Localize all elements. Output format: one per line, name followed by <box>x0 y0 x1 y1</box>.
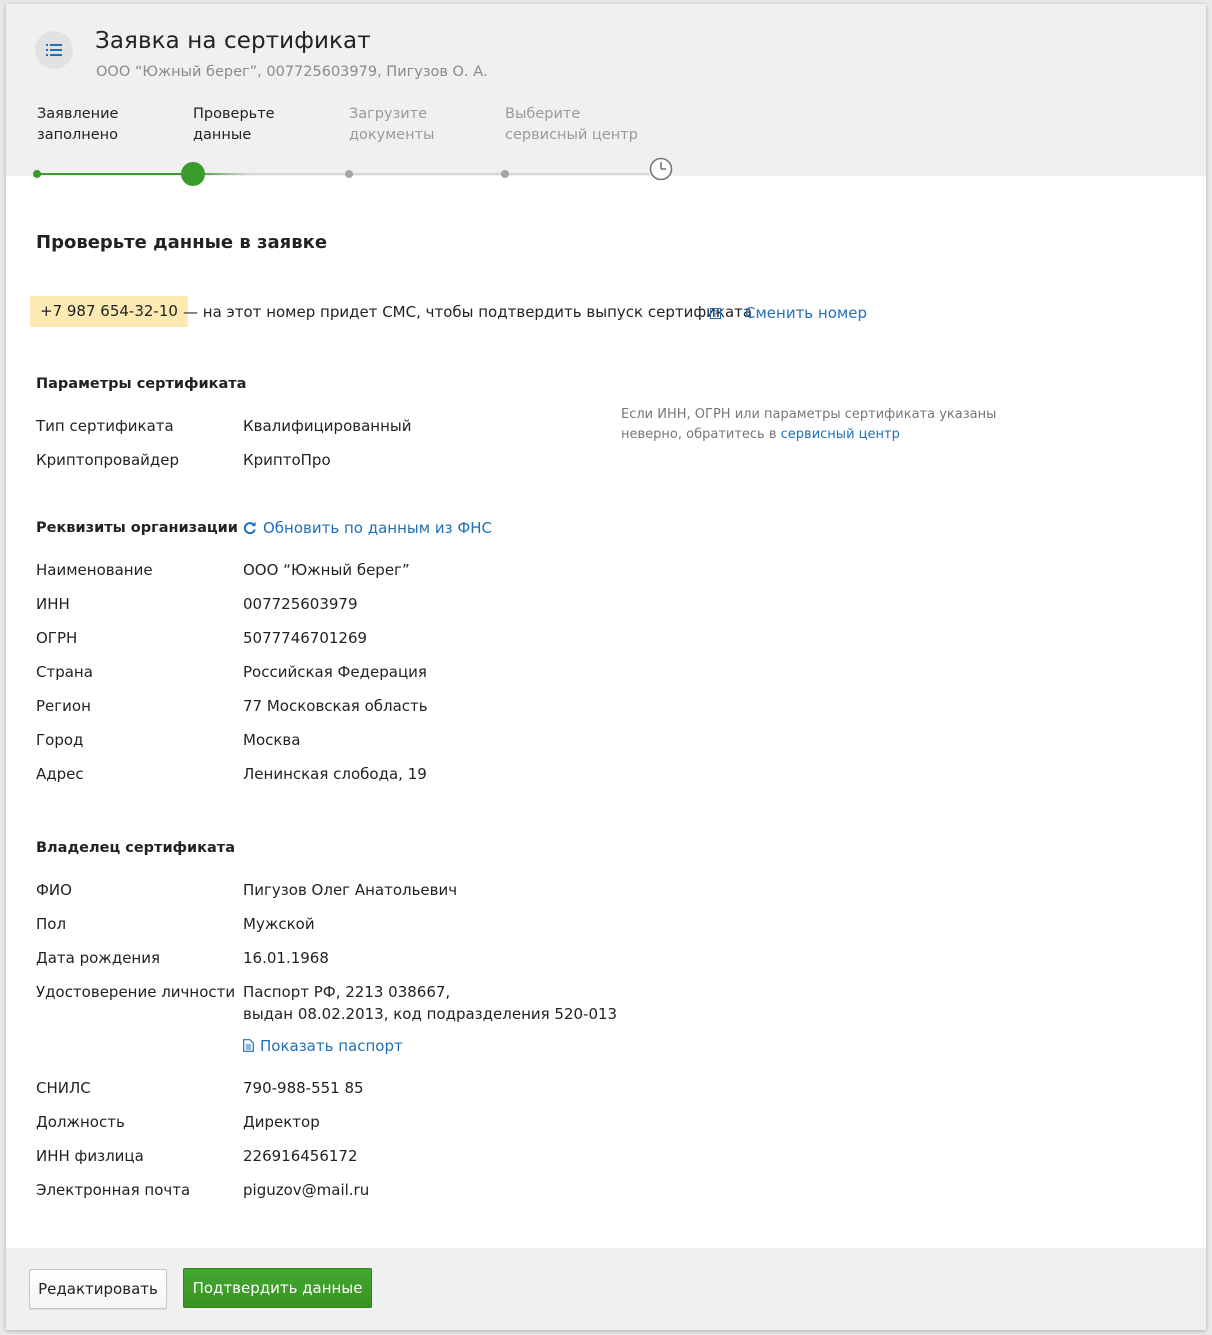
field-label: Наименование <box>36 561 153 579</box>
step-label-check: Проверьте данные <box>193 104 275 146</box>
field-label: Страна <box>36 663 93 681</box>
clock-icon <box>649 157 673 181</box>
section-heading: Проверьте данные в заявке <box>36 232 328 253</box>
step-line: сервисный центр <box>505 127 638 143</box>
field-value: Паспорт РФ, 2213 038667, <box>243 983 451 1001</box>
field-value: 790-988-551 85 <box>243 1079 364 1097</box>
step-line: заполнено <box>37 127 118 143</box>
field-label: Пол <box>36 915 67 933</box>
field-value: Пигузов Олег Анатольевич <box>243 881 458 899</box>
step-label-service-center: Выберите сервисный центр <box>505 104 638 146</box>
change-phone-link[interactable]: Сменить номер <box>745 304 867 322</box>
side-note: Если ИНН, ОГРН или параметры сертификата… <box>621 405 1001 445</box>
step-dot-done <box>33 170 41 178</box>
step-line: документы <box>349 127 435 143</box>
field-value: Москва <box>243 731 301 749</box>
document-icon <box>243 1039 254 1052</box>
help-icon[interactable] <box>710 308 721 319</box>
field-value: 77 Московская область <box>243 697 428 715</box>
field-label: ФИО <box>36 881 72 899</box>
field-value: КриптоПро <box>243 451 331 469</box>
field-label: Адрес <box>36 765 84 783</box>
show-passport-label: Показать паспорт <box>260 1037 403 1055</box>
page-subtitle: ООО “Южный берег”, 007725603979, Пигузов… <box>96 64 488 80</box>
edit-button[interactable]: Редактировать <box>29 1269 167 1309</box>
field-value: Квалифицированный <box>243 417 412 435</box>
certificate-params-title: Параметры сертификата <box>36 376 247 392</box>
field-value: 5077746701269 <box>243 629 368 647</box>
step-line: Выберите <box>505 106 581 122</box>
field-value: ООО “Южный берег” <box>243 561 410 579</box>
footer: Редактировать Подтвердить данные <box>6 1248 1206 1330</box>
field-value: Мужской <box>243 915 315 933</box>
field-label: ИНН физлица <box>36 1147 144 1165</box>
step-dot-current <box>181 162 205 186</box>
field-label: Должность <box>36 1113 125 1131</box>
refresh-fns-link[interactable]: Обновить по данным из ФНС <box>243 519 492 537</box>
step-line: Загрузите <box>349 106 428 122</box>
confirm-data-button[interactable]: Подтвердить данные <box>183 1268 372 1308</box>
list-menu-button[interactable] <box>35 31 73 69</box>
phone-number: +7 987 654-32-10 <box>30 296 188 327</box>
field-label: ИНН <box>36 595 70 613</box>
refresh-fns-label: Обновить по данным из ФНС <box>263 519 492 537</box>
field-label: Дата рождения <box>36 949 160 967</box>
field-value: Российская Федерация <box>243 663 427 681</box>
page-title: Заявка на сертификат <box>95 28 371 54</box>
step-line: Проверьте <box>193 106 275 122</box>
list-icon <box>46 44 62 56</box>
header: Заявка на сертификат ООО “Южный берег”, … <box>6 4 1206 176</box>
progress-track-done <box>37 173 193 175</box>
progress-track-pending <box>249 173 649 175</box>
field-label: Удостоверение личности <box>36 983 236 1001</box>
step-dot-pending <box>345 170 353 178</box>
field-value: 226916456172 <box>243 1147 358 1165</box>
field-value: выдан 08.02.2013, код подразделения 520-… <box>243 1005 618 1023</box>
field-label: Регион <box>36 697 91 715</box>
field-value: Ленинская слобода, 19 <box>243 765 427 783</box>
step-line: данные <box>193 127 252 143</box>
show-passport-link[interactable]: Показать паспорт <box>243 1037 403 1055</box>
field-value: Директор <box>243 1113 320 1131</box>
field-label: СНИЛС <box>36 1079 91 1097</box>
service-center-link[interactable]: сервисный центр <box>781 427 900 442</box>
step-line: Заявление <box>37 106 119 122</box>
field-label: Город <box>36 731 84 749</box>
field-label: Электронная почта <box>36 1181 191 1199</box>
field-label: Криптопровайдер <box>36 451 180 469</box>
refresh-icon <box>243 521 256 535</box>
field-value: piguzov@mail.ru <box>243 1181 370 1199</box>
field-value: 007725603979 <box>243 595 358 613</box>
step-label-filled: Заявление заполнено <box>37 104 118 146</box>
organization-title: Реквизиты организации <box>36 520 238 536</box>
field-label: Тип сертификата <box>36 417 174 435</box>
step-dot-pending <box>501 170 509 178</box>
owner-title: Владелец сертификата <box>36 840 235 856</box>
phone-note: — на этот номер придет СМС, чтобы подтве… <box>183 303 753 321</box>
field-value: 16.01.1968 <box>243 949 329 967</box>
application-card: Заявка на сертификат ООО “Южный берег”, … <box>6 4 1206 1330</box>
field-label: ОГРН <box>36 629 78 647</box>
step-label-upload: Загрузите документы <box>349 104 434 146</box>
